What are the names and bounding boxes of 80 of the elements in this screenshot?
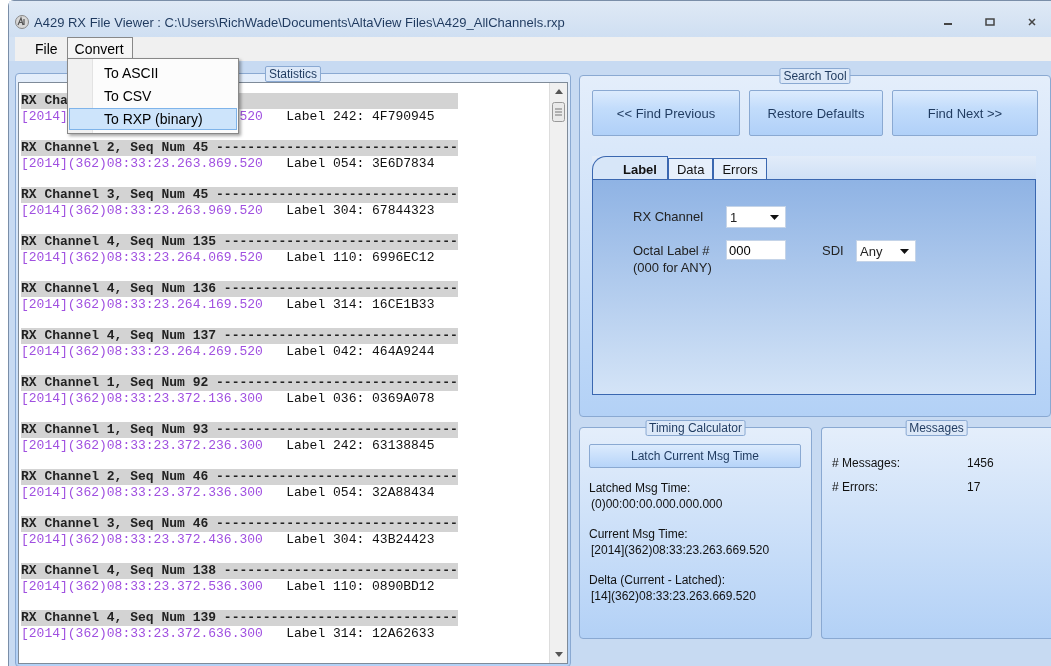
scroll-up-icon[interactable] <box>554 89 563 94</box>
search-button[interactable]: Restore Defaults <box>749 90 883 136</box>
menu-item[interactable]: To CSV <box>69 85 237 107</box>
timestamp: 520 <box>239 108 263 125</box>
record-header: RX Channel 3, Seq Num 46 ------------------------------- <box>21 516 458 531</box>
dropdown[interactable]: Any <box>856 240 916 262</box>
menu-item[interactable]: Convert <box>66 37 133 61</box>
stat-label: # Errors: <box>832 480 879 494</box>
entry-label: Latched Msg Time: <box>589 480 692 496</box>
field-label: SDI <box>822 242 845 259</box>
menu-item[interactable]: File <box>27 37 67 61</box>
scroll-thumb[interactable] <box>552 102 565 122</box>
dropdown[interactable]: 1 <box>726 206 786 228</box>
field-label: Octal Label # <box>633 242 711 259</box>
entry-value: [2014](362)08:33:23.263.669.520 <box>590 542 771 558</box>
timestamp: [2014](362)08:33:23.264.169.520 <box>21 296 263 313</box>
timestamp: [2014](362)08:33:23.263.969.520 <box>21 202 263 219</box>
timestamp: [2014](362)08:33:23.372.236.300 <box>21 437 263 454</box>
field-label: RX Channel <box>633 208 705 225</box>
menu-item[interactable]: To ASCII <box>69 62 237 84</box>
group-title: Statistics <box>265 66 321 82</box>
stat-value: 17 <box>967 480 982 494</box>
record-header: RX Channel 1, Seq Num 92 ------------------------------- <box>21 375 458 390</box>
group-title: Search Tool <box>779 68 851 84</box>
label-value: Label 054: 3E6D7834 <box>286 155 435 172</box>
stat-value: 1456 <box>967 456 995 470</box>
timestamp: [2014](362)08:33:23.372.336.300 <box>21 484 263 501</box>
maximize-icon[interactable] <box>985 17 995 27</box>
label-value: Label 110: 0890BD12 <box>286 578 435 595</box>
record-header: RX Channel 3, Seq Num 45 ------------------------------- <box>21 187 458 202</box>
timestamp: [2014](362)08:33:23.264.269.520 <box>21 343 263 360</box>
label-value: Label 304: 67844323 <box>286 202 435 219</box>
label-value: Label 314: 16CE1B33 <box>286 296 435 313</box>
group-title: Messages <box>905 420 968 436</box>
record-header: RX Channel 4, Seq Num 135 ------------------------------ <box>21 234 458 249</box>
scroll-down-icon[interactable] <box>554 652 563 657</box>
search-button[interactable]: << Find Previous <box>592 90 740 136</box>
timestamp: [2014](362)08:33:23.264.069.520 <box>21 249 263 266</box>
entry-value: (0)00:00:00.000.000.000 <box>590 496 724 512</box>
timestamp: [2014](362)08:33:23.372.636.300 <box>21 625 263 642</box>
stat-label: # Messages: <box>832 456 902 470</box>
label-value: Label 042: 464A9244 <box>286 343 435 360</box>
timestamp: [2014](362)08:33:23.372.136.300 <box>21 390 263 407</box>
record-header: RX Channel 2, Seq Num 45 ------------------------------- <box>21 140 458 155</box>
tab[interactable]: Errors <box>713 158 767 179</box>
record-header: RX Channel 4, Seq Num 137 ------------------------------ <box>21 328 458 343</box>
input-field[interactable]: 000 <box>726 240 786 260</box>
tab[interactable]: Label <box>592 156 668 179</box>
window-title: A429 RX File Viewer : C:\Users\RichWade\Documents\AltaView Files\A429_AllChannels.rxp <box>34 14 565 30</box>
record-header: RX Channel 4, Seq Num 136 ------------------------------ <box>21 281 458 296</box>
app-logo-icon <box>15 15 29 29</box>
timestamp: [2014](362)08:33:23.372.436.300 <box>21 531 263 548</box>
timestamp: [2014](362)08:33:23.372.536.300 <box>21 578 263 595</box>
field-note: (000 for ANY) <box>633 259 713 276</box>
entry-label: Current Msg Time: <box>589 526 689 542</box>
label-value: Label 036: 0369A078 <box>286 390 435 407</box>
tab[interactable]: Data <box>667 158 714 179</box>
label-value: Label 110: 6996EC12 <box>286 249 435 266</box>
record-header: RX Cha <box>21 93 68 108</box>
timestamp: [2014](362)08:33:23.263.869.520 <box>21 155 263 172</box>
label-value: Label 242: 63138845 <box>286 437 435 454</box>
timestamp: [2014] <box>21 108 68 125</box>
group-title: Timing Calculator <box>645 420 746 436</box>
label-value: Label 314: 12A62633 <box>286 625 435 642</box>
caret-icon <box>770 214 779 220</box>
label-value: Label 054: 32A88434 <box>286 484 435 501</box>
scrollbar[interactable] <box>549 83 567 663</box>
menu-item[interactable]: To RXP (binary) <box>69 108 237 130</box>
record-header: RX Channel 2, Seq Num 46 ------------------------------- <box>21 469 458 484</box>
label-value: Label 242: 4F790945 <box>286 108 435 125</box>
entry-value: [14](362)08:33:23.263.669.520 <box>590 588 757 604</box>
entry-label: Delta (Current - Latched): <box>589 572 727 588</box>
latch-button[interactable]: Latch Current Msg Time <box>589 444 801 468</box>
caret-icon <box>900 248 909 254</box>
label-value: Label 304: 43B24423 <box>286 531 435 548</box>
close-icon[interactable] <box>1027 17 1037 27</box>
search-button[interactable]: Find Next >> <box>892 90 1038 136</box>
record-header: RX Channel 4, Seq Num 138 ------------------------------ <box>21 563 458 578</box>
record-header: RX Channel 4, Seq Num 139 ------------------------------ <box>21 610 458 625</box>
record-header: RX Channel 1, Seq Num 93 ------------------------------- <box>21 422 458 437</box>
